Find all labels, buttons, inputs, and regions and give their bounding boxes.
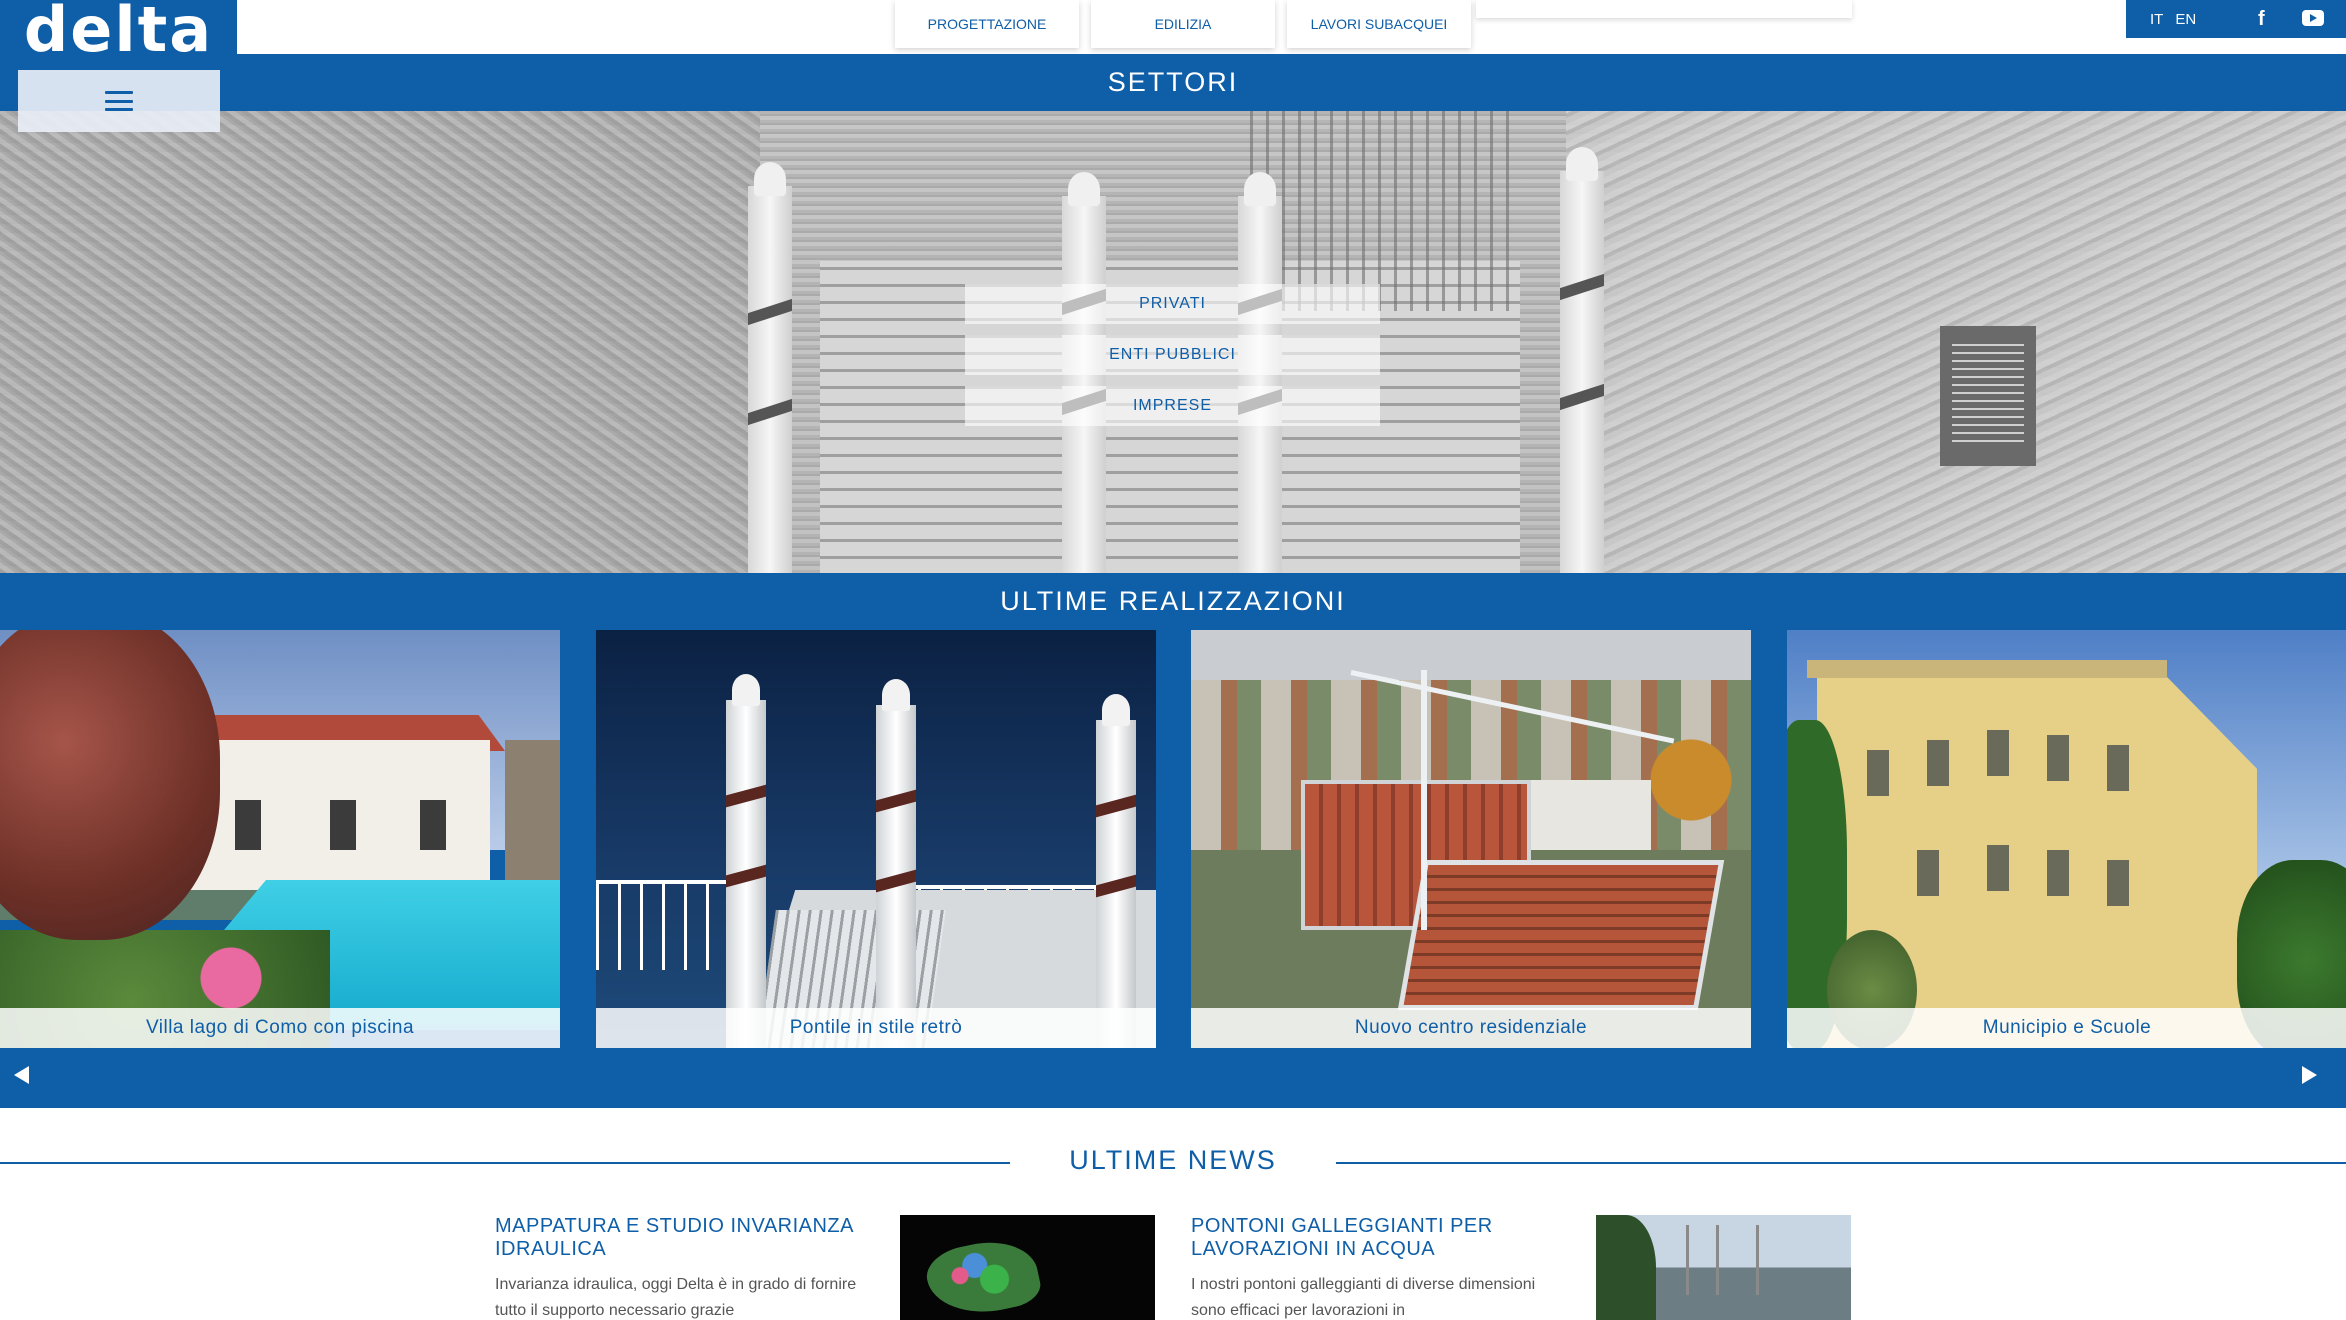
project-card-villa[interactable]: Villa lago di Como con piscina [0,630,560,1048]
hero-wall-left [0,111,760,573]
hero-image: PRIVATI ENTI PUBBLICI IMPRESE [0,111,2346,573]
project-image [1191,630,1751,1048]
project-caption: Pontile in stile retrò [596,1008,1156,1048]
project-caption: Municipio e Scuole [1787,1008,2346,1048]
logo[interactable]: delta [0,0,237,66]
logo-text: delta [23,0,214,66]
project-caption: Villa lago di Como con piscina [0,1008,560,1048]
news-item-image[interactable] [1596,1215,1851,1320]
hero-gate [1250,111,1510,311]
hero-pole [1560,147,1604,573]
project-card-pontile[interactable]: Pontile in stile retrò [596,630,1156,1048]
sectors-header: SETTORI [0,54,2346,111]
lang-en-link[interactable]: EN [2175,11,2196,28]
news-item-title[interactable]: PONTONI GALLEGGIANTI PER LAVORAZIONI IN … [1191,1215,1611,1261]
news-divider-left [0,1162,1010,1164]
nav-divider [1476,0,1852,18]
nav-tab-edilizia[interactable]: EDILIZIA [1091,0,1275,48]
facebook-icon[interactable]: f [2258,8,2265,30]
project-image [0,630,560,1048]
page: PROGETTAZIONE EDILIZIA LAVORI SUBACQUEI … [0,0,2346,1320]
youtube-icon[interactable] [2302,10,2324,26]
menu-button[interactable] [18,70,220,132]
hero-pole [748,162,792,573]
news-header: ULTIME NEWS [0,1140,2346,1184]
project-image [1787,630,2346,1048]
sector-enti-pubblici-button[interactable]: ENTI PUBBLICI [965,335,1380,375]
sector-list: PRIVATI ENTI PUBBLICI IMPRESE [965,284,1380,437]
news-divider-right [1336,1162,2346,1164]
nav-tab-lavori-subacquei[interactable]: LAVORI SUBACQUEI [1287,0,1471,48]
sector-imprese-button[interactable]: IMPRESE [965,386,1380,426]
arrow-left-icon[interactable] [14,1066,29,1084]
project-image [596,630,1156,1048]
language-social-bar: IT EN f [2126,0,2346,38]
hero-plaque [1940,326,2036,466]
news-item-excerpt: Invarianza idraulica, oggi Delta è in gr… [495,1276,857,1319]
news-item-image[interactable] [900,1215,1155,1320]
project-card-municipio[interactable]: Municipio e Scuole [1787,630,2346,1048]
lang-it-link[interactable]: IT [2150,11,2163,28]
nav-tab-progettazione[interactable]: PROGETTAZIONE [895,0,1079,48]
project-card-centro-residenziale[interactable]: Nuovo centro residenziale [1191,630,1751,1048]
hamburger-icon [105,91,133,111]
news-item-title[interactable]: MAPPATURA E STUDIO INVARIANZA IDRAULICA [495,1215,915,1261]
projects-title: ULTIME REALIZZAZIONI [1000,586,1346,616]
project-caption: Nuovo centro residenziale [1191,1008,1751,1048]
news-title: ULTIME NEWS [1010,1145,1336,1176]
sectors-title: SETTORI [1107,67,1239,97]
arrow-right-icon[interactable] [2302,1066,2317,1084]
top-nav: PROGETTAZIONE EDILIZIA LAVORI SUBACQUEI [895,0,1471,48]
sector-privati-button[interactable]: PRIVATI [965,284,1380,324]
news-item-excerpt: I nostri pontoni galleggianti di diverse… [1191,1276,1536,1319]
